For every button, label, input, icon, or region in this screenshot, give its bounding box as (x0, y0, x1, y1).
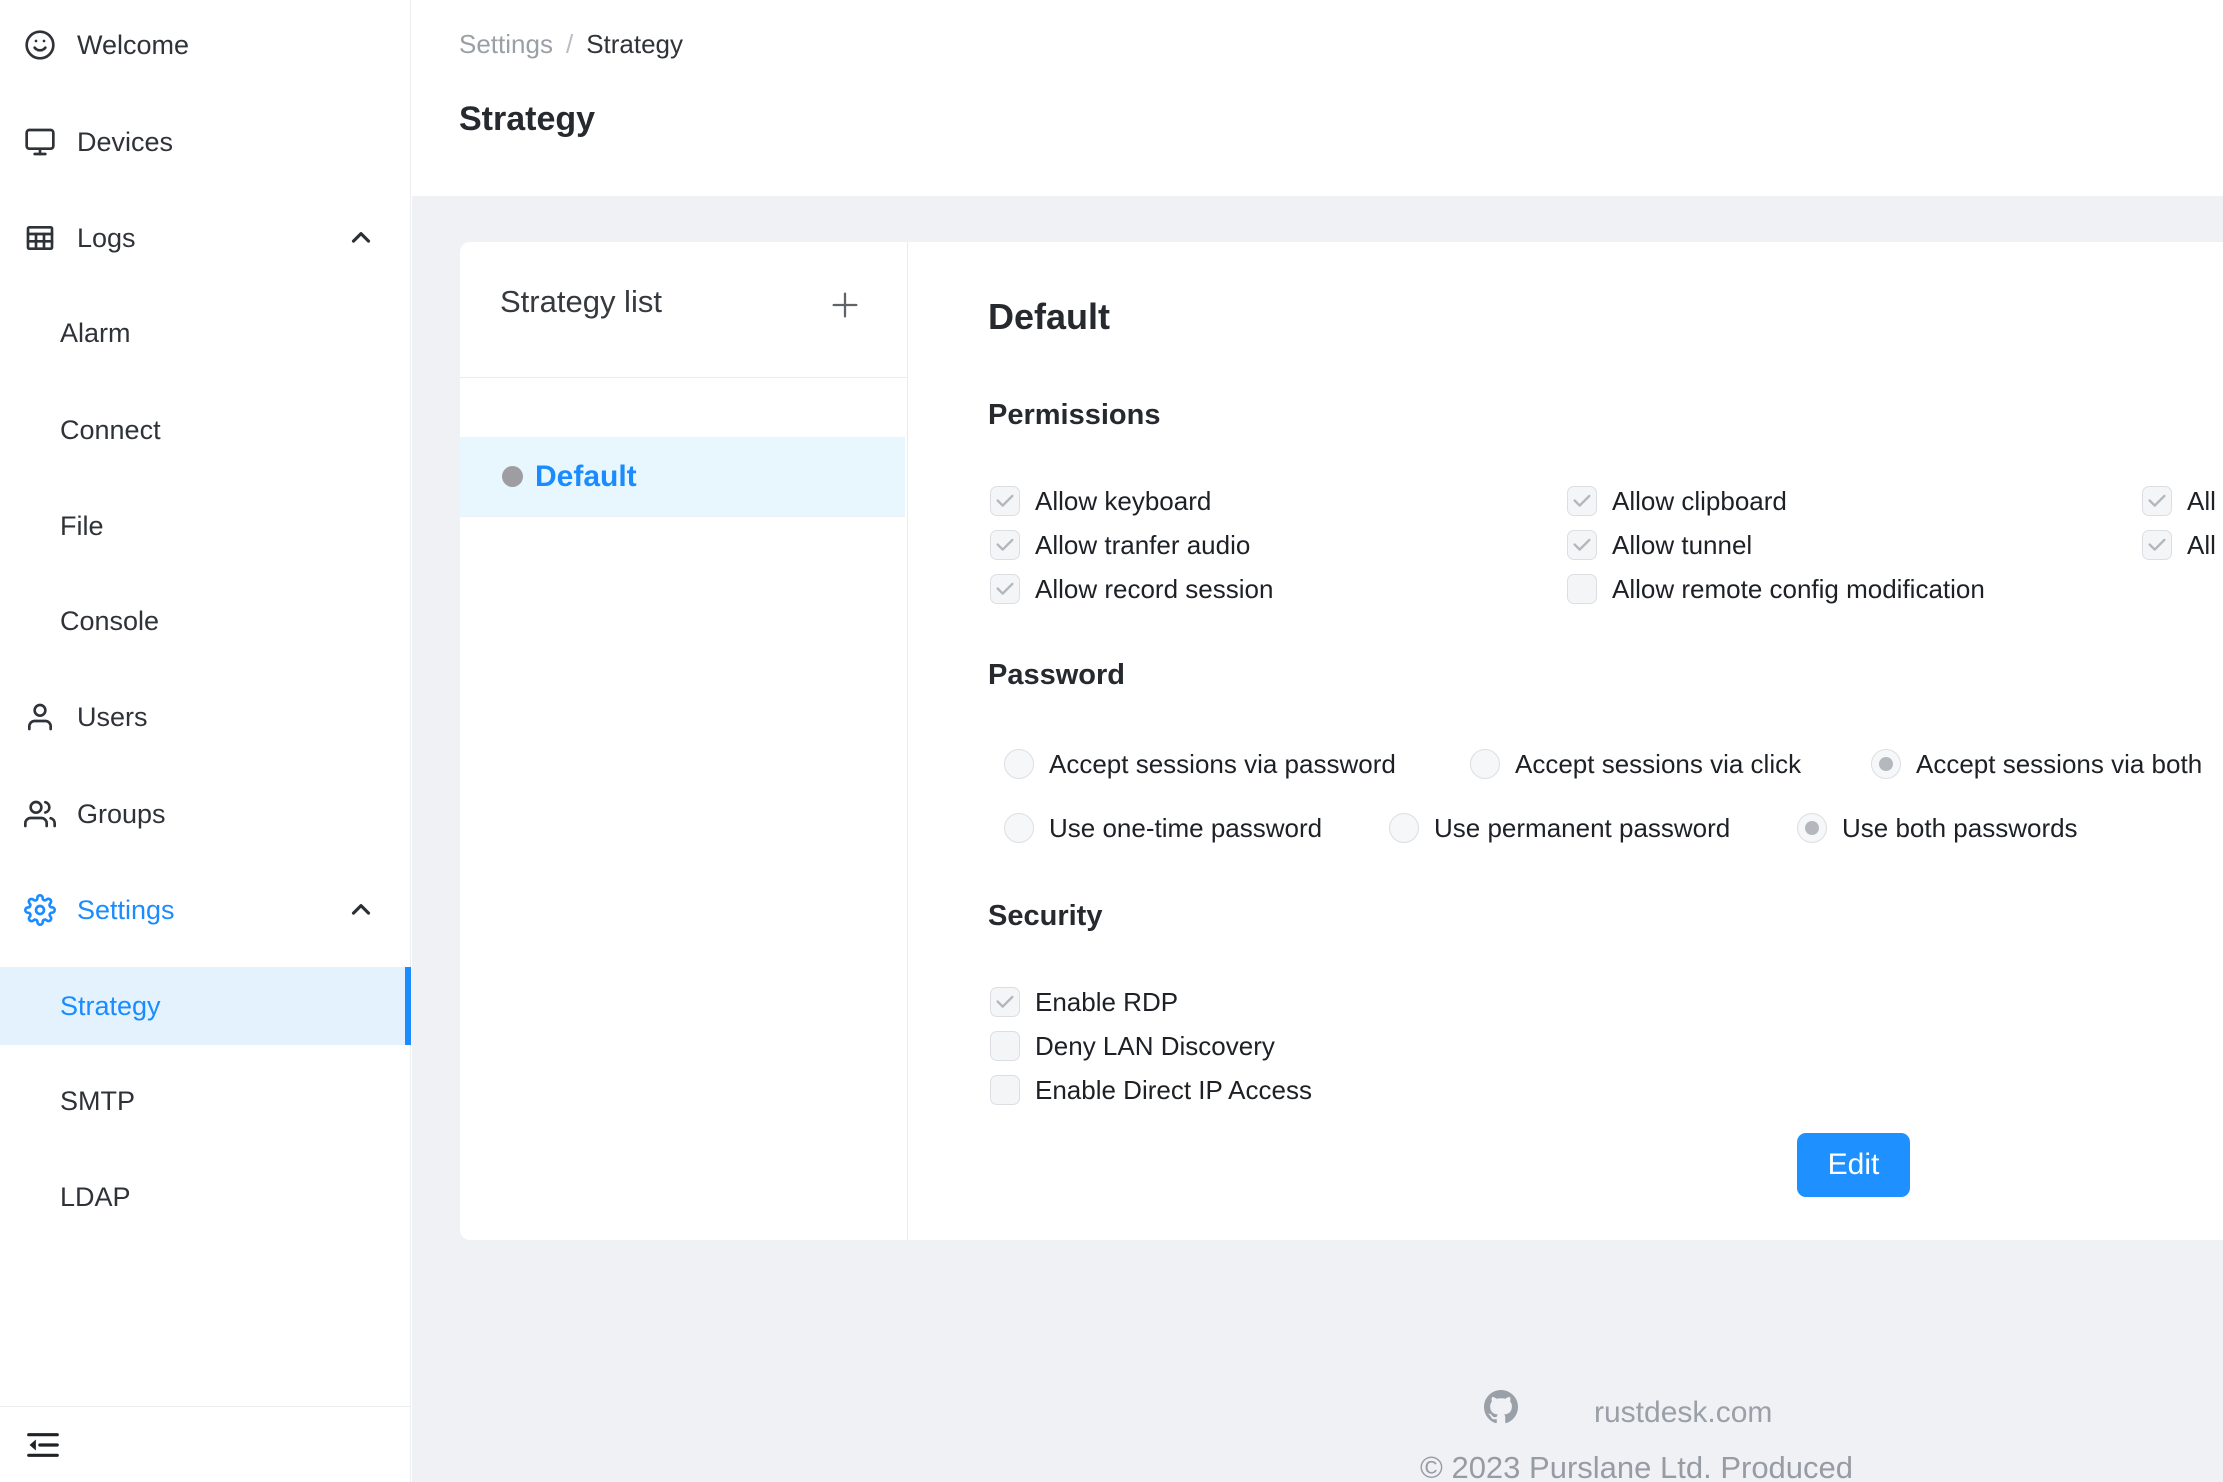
checkbox-allow-truncated-1[interactable]: All (2142, 486, 2216, 516)
strategy-card: Strategy list Default Default Permission… (460, 242, 2223, 1240)
checkbox-icon (990, 574, 1020, 604)
checkbox-allow-truncated-2[interactable]: All (2142, 530, 2216, 560)
sidebar-item-strategy[interactable]: Strategy (0, 967, 411, 1045)
strategy-list-title: Strategy list (500, 284, 662, 320)
sidebar-item-label: Users (77, 702, 148, 733)
sidebar-item-label: Welcome (77, 30, 189, 61)
rustdesk-link[interactable]: rustdesk.com (1594, 1396, 1772, 1430)
radio-icon (1470, 749, 1500, 779)
checkbox-enable-direct-ip-access[interactable]: Enable Direct IP Access (990, 1075, 1312, 1105)
checkbox-icon (1567, 574, 1597, 604)
sidebar-item-label: File (60, 511, 104, 542)
checkbox-icon (990, 1031, 1020, 1061)
user-icon (24, 701, 56, 733)
radio-use-permanent-password[interactable]: Use permanent password (1389, 813, 1730, 843)
checkbox-allow-tunnel[interactable]: Allow tunnel (1567, 530, 1752, 560)
gear-icon (24, 894, 56, 926)
sidebar-item-label: SMTP (60, 1086, 135, 1117)
sidebar-item-label: LDAP (60, 1182, 131, 1213)
sidebar: Welcome Devices Logs Alarm Connect File … (0, 0, 411, 1482)
collapse-sidebar-button[interactable] (24, 1426, 62, 1464)
password-section-title: Password (988, 659, 1125, 692)
grid-icon (24, 222, 56, 254)
sidebar-item-console[interactable]: Console (0, 599, 410, 643)
radio-icon (1004, 813, 1034, 843)
permissions-section-title: Permissions (988, 399, 1160, 432)
github-icon[interactable] (1484, 1390, 1518, 1424)
radio-icon (1871, 749, 1901, 779)
sidebar-item-label: Strategy (60, 991, 161, 1022)
checkbox-icon (1567, 486, 1597, 516)
users-icon (24, 798, 56, 830)
detail-title: Default (988, 296, 1110, 338)
sidebar-item-label: Settings (77, 895, 175, 926)
radio-use-one-time-password[interactable]: Use one-time password (1004, 813, 1322, 843)
checkbox-icon (990, 530, 1020, 560)
breadcrumb: Settings / Strategy (459, 29, 683, 60)
sidebar-item-label: Devices (77, 127, 173, 158)
radio-icon (1004, 749, 1034, 779)
sidebar-item-label: Connect (60, 415, 161, 446)
plus-icon (828, 310, 862, 325)
edit-button[interactable]: Edit (1797, 1133, 1910, 1197)
radio-icon (1389, 813, 1419, 843)
smile-icon (24, 29, 56, 61)
radio-accept-sessions-via-password[interactable]: Accept sessions via password (1004, 749, 1396, 779)
sidebar-item-users[interactable]: Users (0, 695, 410, 739)
checkbox-icon (990, 987, 1020, 1017)
sidebar-item-logs[interactable]: Logs (0, 216, 410, 260)
strategy-list-item-default[interactable]: Default (460, 437, 905, 517)
checkbox-icon (2142, 530, 2172, 560)
sidebar-item-file[interactable]: File (0, 504, 410, 548)
checkbox-allow-remote-config-modification[interactable]: Allow remote config modification (1567, 574, 1985, 604)
sidebar-item-devices[interactable]: Devices (0, 120, 410, 164)
sidebar-item-label: Logs (77, 223, 136, 254)
list-header-divider (460, 377, 907, 378)
sidebar-footer-divider (0, 1406, 411, 1407)
sidebar-item-label: Console (60, 606, 159, 637)
checkbox-allow-keyboard[interactable]: Allow keyboard (990, 486, 1211, 516)
status-dot (502, 466, 523, 487)
sidebar-item-connect[interactable]: Connect (0, 408, 410, 452)
radio-accept-sessions-via-both[interactable]: Accept sessions via both (1871, 749, 2202, 779)
sidebar-item-label: Groups (77, 799, 166, 830)
chevron-up-icon (346, 223, 376, 253)
copyright-text: © 2023 Purslane Ltd. Produced (1420, 1450, 1853, 1482)
checkbox-allow-record-session[interactable]: Allow record session (990, 574, 1273, 604)
checkbox-icon (2142, 486, 2172, 516)
sidebar-item-ldap[interactable]: LDAP (0, 1175, 410, 1219)
radio-use-both-passwords[interactable]: Use both passwords (1797, 813, 2078, 843)
checkbox-allow-clipboard[interactable]: Allow clipboard (1567, 486, 1787, 516)
panel-divider (907, 242, 908, 1240)
chevron-up-icon (346, 895, 376, 925)
page-title: Strategy (459, 100, 595, 139)
sidebar-item-alarm[interactable]: Alarm (0, 311, 410, 355)
checkbox-allow-tranfer-audio[interactable]: Allow tranfer audio (990, 530, 1250, 560)
sidebar-item-groups[interactable]: Groups (0, 792, 410, 836)
breadcrumb-current: Strategy (586, 29, 683, 60)
sidebar-item-settings[interactable]: Settings (0, 888, 410, 932)
sidebar-item-label: Alarm (60, 318, 131, 349)
checkbox-icon (1567, 530, 1597, 560)
radio-accept-sessions-via-click[interactable]: Accept sessions via click (1470, 749, 1801, 779)
breadcrumb-settings-link[interactable]: Settings (459, 29, 553, 60)
strategy-name: Default (535, 460, 637, 494)
security-section-title: Security (988, 900, 1102, 933)
sidebar-item-smtp[interactable]: SMTP (0, 1079, 410, 1123)
checkbox-deny-lan-discovery[interactable]: Deny LAN Discovery (990, 1031, 1275, 1061)
fold-icon (24, 1451, 62, 1468)
radio-icon (1797, 813, 1827, 843)
checkbox-icon (990, 486, 1020, 516)
checkbox-icon (990, 1075, 1020, 1105)
add-strategy-button[interactable] (828, 288, 862, 322)
checkbox-enable-rdp[interactable]: Enable RDP (990, 987, 1178, 1017)
breadcrumb-separator: / (566, 29, 573, 60)
sidebar-item-welcome[interactable]: Welcome (0, 23, 410, 67)
monitor-icon (24, 126, 56, 158)
